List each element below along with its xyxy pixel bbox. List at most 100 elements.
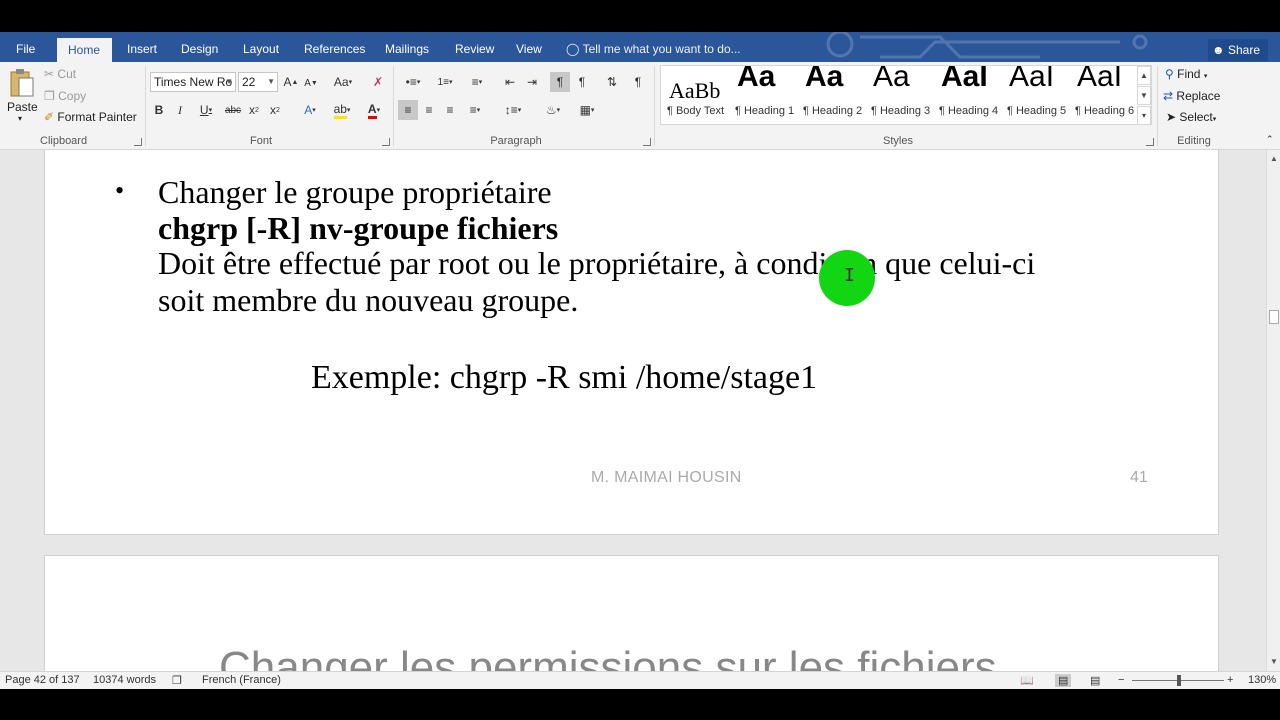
show-formatting-icon[interactable]: ¶: [628, 72, 648, 92]
font-size-combo[interactable]: 22 ▼: [238, 72, 278, 92]
text-effects-icon[interactable]: A ▾: [296, 100, 324, 120]
cut-label: Cut: [57, 67, 77, 81]
borders-icon[interactable]: ▦ ▾: [572, 100, 602, 120]
body-text-line[interactable]: Doit être effectué par root ou le propri…: [158, 245, 1035, 282]
multilevel-list-icon[interactable]: ≡ ▾: [462, 72, 492, 92]
share-button[interactable]: ☻ Share: [1208, 39, 1268, 61]
highlight-color-icon[interactable]: ab ▾: [327, 100, 357, 120]
change-case-icon[interactable]: Aa ▾: [328, 72, 358, 92]
replace-label: Replace: [1176, 89, 1221, 103]
align-left-icon[interactable]: ≡: [398, 100, 418, 120]
print-layout-icon[interactable]: ▤: [1055, 674, 1072, 687]
read-mode-icon[interactable]: 📖: [1020, 674, 1034, 687]
web-layout-icon[interactable]: ▤: [1090, 674, 1100, 687]
separator: [145, 66, 146, 146]
word-count[interactable]: 10374 words: [93, 674, 156, 686]
left-to-right-icon[interactable]: ¶: [550, 72, 570, 92]
style-heading-6[interactable]: AaI ¶ Heading 6: [1071, 66, 1139, 124]
select-button[interactable]: ➤ Select▾: [1166, 110, 1216, 124]
paste-dropdown-icon[interactable]: ▾: [18, 114, 22, 123]
align-center-icon[interactable]: ≡: [419, 100, 439, 120]
paste-icon[interactable]: [8, 68, 36, 98]
zoom-out-icon[interactable]: −: [1118, 674, 1124, 686]
align-right-icon[interactable]: ≡: [440, 100, 460, 120]
italic-icon[interactable]: I: [171, 100, 189, 120]
strikethrough-icon[interactable]: abc: [223, 100, 243, 120]
font-launcher-icon[interactable]: [382, 138, 390, 146]
tab-view[interactable]: View: [505, 32, 553, 62]
style-heading-2[interactable]: Aa ¶ Heading 2: [799, 66, 867, 124]
format-painter-button[interactable]: ✐ Format Painter: [44, 110, 137, 124]
language-indicator[interactable]: French (France): [202, 674, 281, 686]
body-text-line[interactable]: Changer le groupe propriétaire: [158, 174, 552, 211]
style-heading-1[interactable]: Aa ¶ Heading 1: [731, 66, 799, 124]
subscript-icon[interactable]: x2: [245, 100, 263, 120]
font-name-combo[interactable]: Times New Ro ▼: [150, 72, 236, 92]
bullets-icon[interactable]: •≡ ▾: [398, 72, 428, 92]
cut-button[interactable]: ✂ Cut: [44, 67, 76, 81]
tab-layout[interactable]: Layout: [232, 32, 290, 62]
scroll-thumb[interactable]: [1269, 310, 1279, 324]
tab-references[interactable]: References: [293, 32, 376, 62]
style-preview: AaBb: [669, 78, 721, 103]
grow-font-icon[interactable]: A ▲: [282, 72, 300, 92]
style-heading-5[interactable]: AaI ¶ Heading 5: [1003, 66, 1071, 124]
decrease-indent-icon[interactable]: ⇤: [500, 72, 520, 92]
scroll-down-icon[interactable]: ▼: [1267, 655, 1280, 669]
numbering-icon[interactable]: 1≡ ▾: [430, 72, 460, 92]
style-preview: Aa: [805, 65, 844, 93]
styles-scroll-down-icon[interactable]: ▼: [1137, 86, 1151, 105]
superscript-icon[interactable]: x2: [266, 100, 284, 120]
underline-icon[interactable]: U ▾: [192, 100, 220, 120]
increase-indent-icon[interactable]: ⇥: [522, 72, 542, 92]
scroll-up-icon[interactable]: ▲: [1267, 152, 1280, 166]
command-syntax-line[interactable]: chgrp [-R] nv-groupe fichiers: [158, 210, 558, 247]
zoom-in-icon[interactable]: +: [1227, 674, 1233, 686]
page-title[interactable]: Changer les permissions sur les fichiers: [219, 643, 997, 671]
example-line[interactable]: Exemple: chgrp -R smi /home/stage1: [311, 359, 817, 397]
body-text-line[interactable]: soit membre du nouveau groupe.: [158, 282, 578, 319]
clipboard-label: Clipboard: [40, 135, 88, 147]
tell-me-box[interactable]: ◯ Tell me what you want to do...: [566, 32, 741, 62]
clipboard-launcher-icon[interactable]: [134, 138, 142, 146]
find-button[interactable]: ⚲ Find ▾: [1165, 67, 1207, 81]
page-count[interactable]: Page 42 of 137: [5, 674, 80, 686]
vertical-scrollbar[interactable]: ▲ ▼: [1266, 150, 1280, 671]
styles-scroll-up-icon[interactable]: ▲: [1137, 66, 1151, 85]
copy-button[interactable]: ❐ Copy: [44, 89, 86, 103]
paste-button[interactable]: Paste: [7, 100, 38, 114]
tab-review[interactable]: Review: [444, 32, 505, 62]
style-heading-4[interactable]: AaI ¶ Heading 4: [935, 66, 1003, 124]
shading-icon[interactable]: ♨ ▾: [538, 100, 568, 120]
top-black-band: [0, 0, 1280, 32]
collapse-ribbon-icon[interactable]: ⌃: [1266, 134, 1274, 145]
clear-formatting-icon[interactable]: ✗: [368, 72, 388, 92]
chevron-down-icon: ▼: [267, 77, 275, 86]
paragraph-launcher-icon[interactable]: [643, 138, 651, 146]
tab-mailings[interactable]: Mailings: [374, 32, 440, 62]
tab-design[interactable]: Design: [170, 32, 229, 62]
style-heading-3[interactable]: Aa ¶ Heading 3: [867, 66, 935, 124]
replace-button[interactable]: ⇄ Replace: [1163, 89, 1220, 103]
styles-launcher-icon[interactable]: [1146, 138, 1154, 146]
tab-home[interactable]: Home: [57, 38, 112, 62]
document-page[interactable]: • Changer le groupe propriétaire chgrp […: [44, 150, 1219, 535]
copy-label: Copy: [58, 89, 87, 103]
zoom-slider-thumb[interactable]: [1177, 675, 1181, 686]
style-body-text[interactable]: AaBb ¶ Body Text: [663, 66, 731, 124]
zoom-level[interactable]: 130%: [1248, 674, 1276, 686]
footer-author: M. MAIMAI HOUSIN: [591, 469, 742, 486]
shrink-font-icon[interactable]: A ▼: [302, 74, 320, 92]
sort-icon[interactable]: ⇅: [602, 72, 622, 92]
line-spacing-icon[interactable]: ↕≡ ▾: [498, 100, 528, 120]
document-page[interactable]: Changer les permissions sur les fichiers: [44, 555, 1219, 671]
justify-icon[interactable]: ≡ ▾: [461, 100, 489, 120]
tab-file[interactable]: File: [5, 32, 46, 62]
bold-icon[interactable]: B: [150, 100, 168, 120]
tab-insert[interactable]: Insert: [116, 32, 168, 62]
separator: [1157, 66, 1158, 146]
styles-more-icon[interactable]: ▾: [1137, 106, 1151, 125]
right-to-left-icon[interactable]: ¶: [572, 72, 592, 92]
proofing-icon[interactable]: ❐: [172, 674, 182, 687]
font-color-icon[interactable]: A ▾: [359, 100, 389, 120]
